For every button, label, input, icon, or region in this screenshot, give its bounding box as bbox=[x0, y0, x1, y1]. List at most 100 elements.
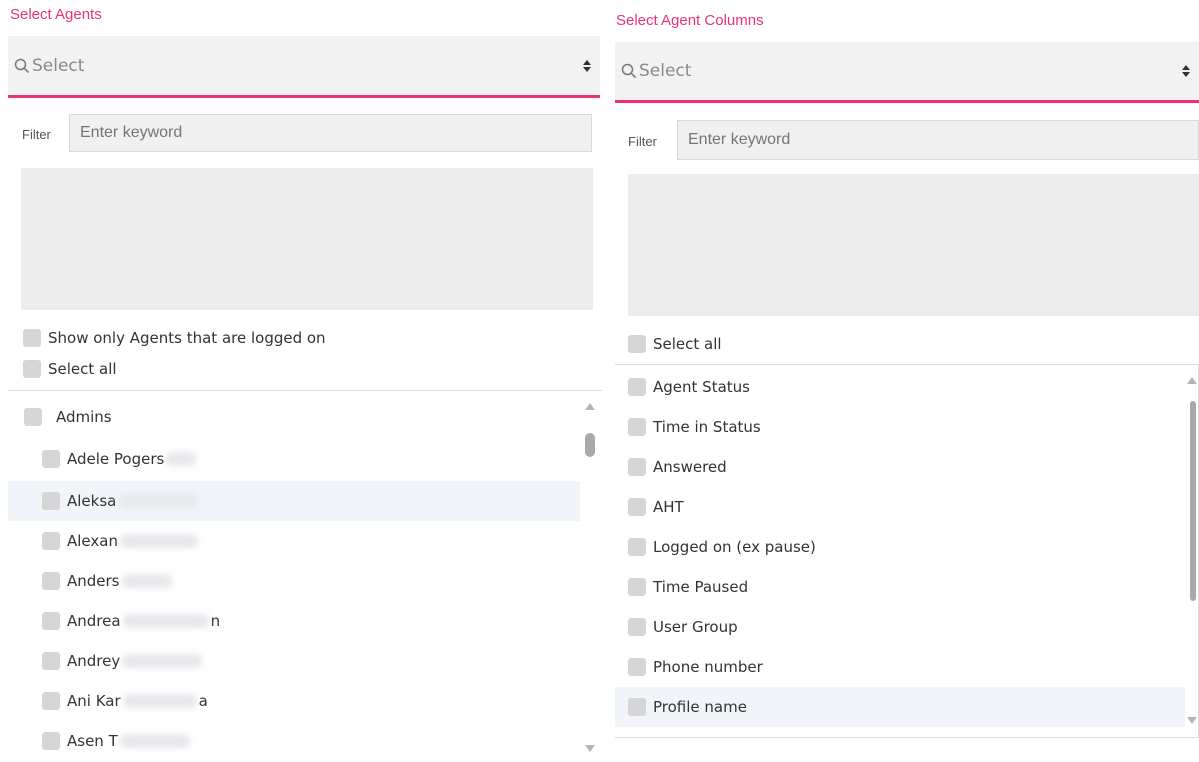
selected-agents-area bbox=[21, 168, 593, 310]
column-checkbox[interactable] bbox=[628, 618, 646, 636]
redacted-text bbox=[118, 494, 199, 508]
agent-checkbox[interactable] bbox=[42, 450, 60, 468]
column-checkbox[interactable] bbox=[628, 578, 646, 596]
column-list-item[interactable]: User Group bbox=[615, 607, 1198, 647]
select-agents-title: Select Agents bbox=[10, 6, 102, 23]
columns-scrollbar[interactable] bbox=[1186, 369, 1198, 731]
select-agents-panel: Select Agents Select Filter Show only Ag… bbox=[0, 0, 602, 762]
scroll-up-icon[interactable] bbox=[585, 403, 595, 410]
agent-name-suffix: a bbox=[198, 692, 208, 710]
column-name: Logged on (ex pause) bbox=[653, 538, 816, 556]
column-list-item[interactable]: Phone number bbox=[615, 647, 1198, 687]
search-icon bbox=[621, 63, 637, 79]
agent-list-item[interactable]: Asen T bbox=[8, 721, 602, 761]
column-name: User Group bbox=[653, 618, 738, 636]
agent-list-item[interactable]: Andrea n bbox=[8, 601, 602, 641]
column-checkbox[interactable] bbox=[628, 658, 646, 676]
column-checkbox[interactable] bbox=[628, 458, 646, 476]
group-checkbox[interactable] bbox=[24, 408, 42, 426]
show-logged-on-label: Show only Agents that are logged on bbox=[48, 329, 326, 347]
agent-checkbox[interactable] bbox=[42, 572, 60, 590]
agents-list: Admins Adele Pogers Aleksa Alexan Anders… bbox=[8, 390, 602, 762]
show-logged-on-option[interactable]: Show only Agents that are logged on bbox=[23, 327, 326, 349]
scroll-down-icon[interactable] bbox=[585, 745, 595, 752]
column-list-item[interactable]: Time Paused bbox=[615, 567, 1198, 607]
agent-list-item[interactable]: Alexan bbox=[8, 521, 602, 561]
redacted-text bbox=[122, 694, 197, 708]
column-list-item[interactable]: Answered bbox=[615, 447, 1198, 487]
columns-select-all-label: Select all bbox=[653, 335, 722, 353]
agent-name: Asen T bbox=[67, 732, 118, 750]
column-name: Time Paused bbox=[653, 578, 749, 596]
sort-arrows-icon bbox=[1182, 65, 1190, 77]
scroll-down-icon[interactable] bbox=[1187, 717, 1197, 724]
column-checkbox[interactable] bbox=[628, 538, 646, 556]
redacted-text bbox=[119, 734, 190, 748]
redacted-text bbox=[119, 534, 198, 548]
agent-checkbox[interactable] bbox=[42, 492, 60, 510]
agent-list-item[interactable]: Adele Pogers bbox=[8, 439, 602, 479]
agents-scrollbar[interactable] bbox=[584, 397, 596, 759]
group-label: Admins bbox=[56, 408, 112, 426]
columns-filter-input[interactable] bbox=[677, 120, 1199, 160]
agent-name: Alexan bbox=[67, 532, 118, 550]
sort-arrows-icon bbox=[583, 59, 591, 72]
scroll-up-icon[interactable] bbox=[1187, 377, 1197, 384]
agent-checkbox[interactable] bbox=[42, 732, 60, 750]
column-name: Phone number bbox=[653, 658, 763, 676]
agents-select-all-label: Select all bbox=[48, 360, 117, 378]
agent-name: Ani Kar bbox=[67, 692, 121, 710]
agent-checkbox[interactable] bbox=[42, 692, 60, 710]
scroll-thumb[interactable] bbox=[585, 433, 595, 457]
agents-filter-input[interactable] bbox=[69, 114, 592, 152]
column-checkbox[interactable] bbox=[628, 498, 646, 516]
agent-list-item[interactable]: Anders bbox=[8, 561, 602, 601]
filter-label: Filter bbox=[628, 133, 657, 149]
column-name: AHT bbox=[653, 498, 684, 516]
columns-select-dropdown[interactable]: Select bbox=[615, 42, 1199, 103]
column-name: Agent Status bbox=[653, 378, 750, 396]
columns-select-all-checkbox[interactable] bbox=[628, 335, 646, 353]
column-list-item[interactable]: Profile name bbox=[615, 687, 1185, 727]
redacted-text bbox=[122, 614, 209, 628]
column-list-item[interactable]: Agent Status bbox=[615, 367, 1198, 407]
agent-checkbox[interactable] bbox=[42, 612, 60, 630]
agents-select-all-option[interactable]: Select all bbox=[23, 358, 117, 380]
group-item-admins[interactable]: Admins bbox=[8, 397, 602, 437]
agents-filter-row: Filter bbox=[22, 124, 51, 144]
agent-name: Aleksa bbox=[67, 492, 117, 510]
agent-list-item[interactable]: Andrey bbox=[8, 641, 602, 681]
select-placeholder: Select bbox=[639, 61, 692, 81]
agent-name: Anders bbox=[67, 572, 120, 590]
column-checkbox[interactable] bbox=[628, 698, 646, 716]
column-name: Answered bbox=[653, 458, 727, 476]
redacted-text bbox=[166, 452, 197, 466]
column-checkbox[interactable] bbox=[628, 418, 646, 436]
select-placeholder: Select bbox=[32, 55, 85, 76]
column-list-item[interactable]: Logged on (ex pause) bbox=[615, 527, 1198, 567]
agent-checkbox[interactable] bbox=[42, 652, 60, 670]
column-name: Profile name bbox=[653, 698, 747, 716]
selected-columns-area bbox=[628, 174, 1199, 316]
agent-name: Andrey bbox=[67, 652, 121, 670]
columns-select-all-option[interactable]: Select all bbox=[628, 333, 722, 355]
agent-list-item[interactable]: Ani Kar a bbox=[8, 681, 602, 721]
filter-label: Filter bbox=[22, 126, 51, 142]
column-list-item[interactable]: Time in Status bbox=[615, 407, 1198, 447]
agents-select-dropdown[interactable]: Select bbox=[8, 36, 600, 98]
agents-select-all-checkbox[interactable] bbox=[23, 360, 41, 378]
column-list-item[interactable]: AHT bbox=[615, 487, 1198, 527]
column-name: Time in Status bbox=[653, 418, 761, 436]
scroll-thumb[interactable] bbox=[1190, 401, 1196, 601]
column-checkbox[interactable] bbox=[628, 378, 646, 396]
redacted-text bbox=[122, 654, 203, 668]
columns-filter-row: Filter bbox=[628, 131, 657, 151]
agent-list-item[interactable]: Aleksa bbox=[8, 481, 580, 521]
columns-list: Agent Status Time in Status Answered AHT… bbox=[615, 364, 1199, 738]
select-agent-columns-panel: Select Agent Columns Select Filter Selec… bbox=[610, 0, 1199, 762]
agent-checkbox[interactable] bbox=[42, 532, 60, 550]
show-logged-on-checkbox[interactable] bbox=[23, 329, 41, 347]
redacted-text bbox=[121, 574, 172, 588]
agent-name: Adele Pogers bbox=[67, 450, 165, 468]
agent-name: Andrea bbox=[67, 612, 121, 630]
